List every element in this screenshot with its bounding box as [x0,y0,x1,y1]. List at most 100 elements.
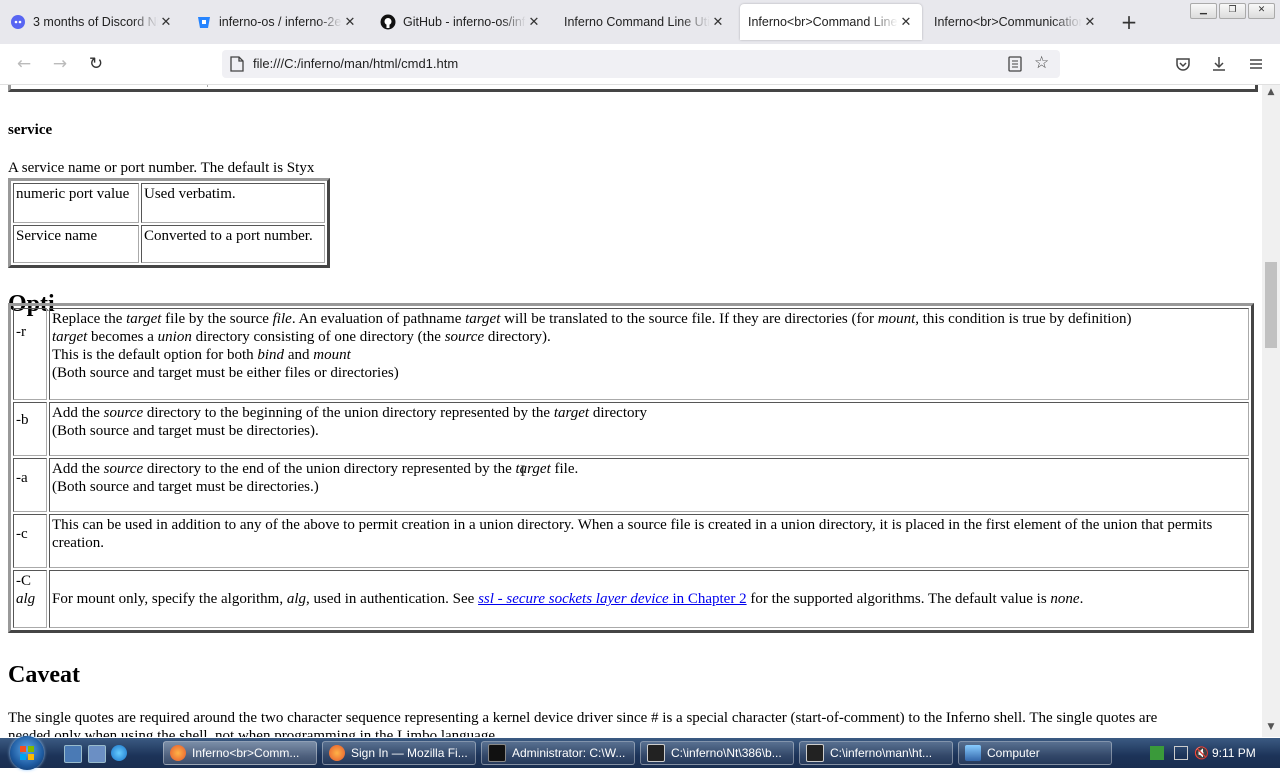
forward-button[interactable]: → [48,52,72,76]
volume-muted-icon[interactable]: 🔇 [1194,746,1209,760]
caveat-heading: Caveat [8,662,80,688]
table-cell: numeric port value [13,183,139,223]
task-label: Sign In — Mozilla Fi... [351,746,468,760]
close-icon[interactable]: ✕ [710,14,726,30]
nav-bar: ← → ↻ file:///C:/inferno/man/html/cmd1.h… [0,44,1280,85]
close-icon[interactable]: ✕ [158,14,174,30]
table-row: -a Add the source directory to the end o… [13,458,1249,512]
text-line: This is the default option for both bind… [52,347,351,363]
tab-title: Inferno<br>Command Line [748,15,898,29]
reader-view-icon[interactable] [1008,56,1022,72]
tab-title: inferno-os / inferno-2e [219,15,342,29]
reload-icon: ↻ [88,54,104,74]
url-text: file:///C:/inferno/man/html/cmd1.htm [253,56,459,71]
option-description: This can be used in addition to any of t… [49,514,1249,568]
tab-inferno-communication[interactable]: Inferno<br>Communication ✕ [926,4,1106,40]
service-table: numeric port value Used verbatim. Servic… [8,178,330,268]
task-label: Inferno<br>Comm... [192,746,300,760]
internet-explorer-icon[interactable] [111,745,127,761]
table-row: -r Replace the target file by the source… [13,308,1249,400]
option-description: Add the source directory to the beginnin… [49,402,1249,456]
tab-title: Inferno Command Line Utilities [564,15,710,29]
close-icon[interactable]: ✕ [1082,14,1098,30]
text-line: (Both source and target must be director… [52,479,319,495]
task-label: C:\inferno\Nt\386\b... [671,746,782,760]
previous-table-remnant [8,85,1258,92]
tab-inferno-command-line[interactable]: Inferno<br>Command Line ✕ [740,4,922,40]
tab-github[interactable]: GitHub - inferno-os/inferno ✕ [372,4,550,40]
option-flag: -r [13,308,47,400]
option-flag: -b [13,402,47,456]
service-description: A service name or port number. The defau… [8,160,315,176]
ssl-device-link[interactable]: ssl - secure sockets layer device in Cha… [478,591,747,607]
table-row: -c This can be used in addition to any o… [13,514,1249,568]
tab-bitbucket[interactable]: inferno-os / inferno-2e ✕ [188,4,366,40]
option-flag: -C alg [13,570,47,628]
7zip-icon [806,744,824,762]
table-cell: Converted to a port number. [141,225,325,263]
text-line: (Both source and target must be director… [52,423,319,439]
task-label: C:\inferno\man\ht... [830,746,933,760]
reload-button[interactable]: ↻ [84,52,108,76]
menu-icon[interactable] [1248,56,1264,72]
taskbar-item-computer[interactable]: Computer [958,741,1112,765]
start-button[interactable] [10,736,44,770]
tab-strip: 3 months of Discord Nitro ✕ inferno-os /… [0,0,1280,44]
bitbucket-icon [196,14,212,30]
tray-app-icon[interactable] [1150,746,1164,760]
table-row: -C alg For mount only, specify the algori… [13,570,1249,628]
option-description: For mount only, specify the algorithm, a… [49,570,1249,628]
download-icon[interactable] [1211,55,1227,72]
taskbar-item-cmd[interactable]: Administrator: C:\W... [481,741,635,765]
taskbar-item-7zip-man[interactable]: C:\inferno\man\ht... [799,741,953,765]
restore-button[interactable]: ❐ [1219,3,1246,19]
discord-icon [10,14,26,30]
task-label: Administrator: C:\W... [512,746,626,760]
close-icon[interactable]: ✕ [526,14,542,30]
close-icon[interactable]: ✕ [898,14,914,30]
taskbar-item-7zip-nt[interactable]: C:\inferno\Nt\386\b... [640,741,794,765]
taskbar-clock[interactable]: 9:11 PM [1212,746,1256,760]
caveat-text-line: The single quotes are required around th… [8,710,1158,726]
windows-logo-icon [20,746,34,760]
minimize-button[interactable]: ▁ [1190,3,1217,19]
new-tab-button[interactable]: + [1118,12,1140,34]
taskbar-item-firefox-inferno[interactable]: Inferno<br>Comm... [163,741,317,765]
task-label: Computer [987,746,1040,760]
network-icon[interactable] [1174,746,1188,760]
url-bar[interactable]: file:///C:/inferno/man/html/cmd1.htm ☆ [222,50,1060,78]
scroll-down-icon[interactable]: ▼ [1262,722,1280,736]
github-icon [380,14,396,30]
firefox-icon [329,745,345,761]
arrow-right-icon: → [52,54,68,74]
option-flag: -c [13,514,47,568]
options-table: -r Replace the target file by the source… [8,303,1254,633]
text-line: Replace the target file by the source fi… [52,311,1132,327]
option-description: Replace the target file by the source fi… [49,308,1249,400]
arrow-left-icon: ← [16,54,32,74]
file-icon [230,56,244,72]
firefox-icon [170,745,186,761]
pocket-icon[interactable] [1175,56,1191,72]
text-line: Add the source directory to the end of t… [52,461,579,477]
scrollbar-thumb[interactable] [1265,262,1277,348]
tab-title: 3 months of Discord Nitro [33,15,158,29]
explorer-icon[interactable] [88,745,106,763]
table-cell: Service name [13,225,139,263]
close-window-button[interactable]: ✕ [1248,3,1275,19]
tab-discord[interactable]: 3 months of Discord Nitro ✕ [2,4,182,40]
table-row: numeric port value Used verbatim. [13,183,325,223]
table-cell: Used verbatim. [141,183,325,223]
show-desktop-icon[interactable] [64,745,82,763]
table-row: Service name Converted to a port number. [13,225,325,263]
bookmark-star-icon[interactable]: ☆ [1034,53,1049,73]
scroll-up-icon[interactable]: ▲ [1262,87,1280,101]
tab-inferno-utilities[interactable]: Inferno Command Line Utilities ✕ [556,4,734,40]
cmd-icon [488,744,506,762]
close-icon[interactable]: ✕ [342,14,358,30]
text-line: (Both source and target must be either f… [52,365,399,381]
taskbar-item-firefox-signin[interactable]: Sign In — Mozilla Fi... [322,741,476,765]
back-button[interactable]: ← [12,52,36,76]
text-line: Add the source directory to the beginnin… [52,405,647,421]
vertical-scrollbar[interactable]: ▲ ▼ [1262,85,1280,737]
